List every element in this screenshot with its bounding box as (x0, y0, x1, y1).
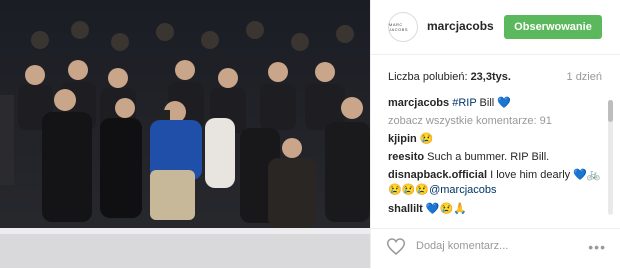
comment-text: Such a bummer. RIP Bill. (427, 151, 550, 163)
comment: disnapback.official I love him dearly 💙🚲 (388, 168, 601, 183)
avatar-logo-text: MARC JACOBS (389, 22, 409, 32)
comment-text: 😢 (419, 133, 434, 145)
comment-user[interactable]: shallilt (388, 203, 423, 215)
comment-text: I love him dearly 💙🚲 (490, 169, 601, 181)
comment-user[interactable]: reesito (388, 151, 424, 163)
likes-value: 23,3tys. (470, 71, 511, 83)
comment: shallilt 💙😢🙏 (388, 202, 467, 217)
more-options-icon[interactable]: ••• (588, 239, 606, 255)
follow-button[interactable]: Obserwowanie (504, 15, 602, 39)
mention-link[interactable]: @marcjacobs (429, 184, 496, 196)
likes-prefix: Liczba polubień: (388, 71, 471, 83)
comment-text: 😢😢😢 (388, 184, 430, 196)
comment: kjipin 😢 (388, 132, 434, 147)
comment-text: Bill 💙 (479, 97, 511, 109)
post-sidebar: MARC JACOBS marcjacobs Obserwowanie Licz… (370, 0, 620, 268)
caption: marcjacobs #RIP Bill 💙 (388, 96, 511, 111)
likes-count: Liczba polubień: 23,3tys. (388, 71, 511, 83)
comment: reesito Such a bummer. RIP Bill. (388, 150, 549, 165)
comment-text: 💙😢🙏 (425, 203, 467, 215)
post-time[interactable]: 1 dzień (567, 71, 602, 83)
heart-icon[interactable] (387, 238, 405, 255)
hashtag-link[interactable]: #RIP (452, 97, 476, 109)
comment-user[interactable]: kjipin (388, 133, 417, 145)
username-link[interactable]: marcjacobs (427, 19, 494, 33)
avatar[interactable]: MARC JACOBS (388, 12, 418, 42)
comment-user[interactable]: marcjacobs (388, 97, 449, 109)
view-all-comments-link[interactable]: zobacz wszystkie komentarze: 91 (388, 114, 552, 129)
scrollbar-thumb[interactable] (608, 100, 613, 122)
comment-bar: ••• (371, 228, 620, 269)
comment-user[interactable]: disnapback.official (388, 169, 487, 181)
add-comment-input[interactable] (416, 240, 566, 252)
post-header: MARC JACOBS marcjacobs Obserwowanie (371, 0, 620, 55)
comment-continuation: 😢😢😢@marcjacobs (388, 183, 497, 198)
post-photo (0, 0, 370, 268)
comments-scrollbar[interactable] (608, 100, 613, 215)
fashion-show-photo (0, 0, 370, 268)
